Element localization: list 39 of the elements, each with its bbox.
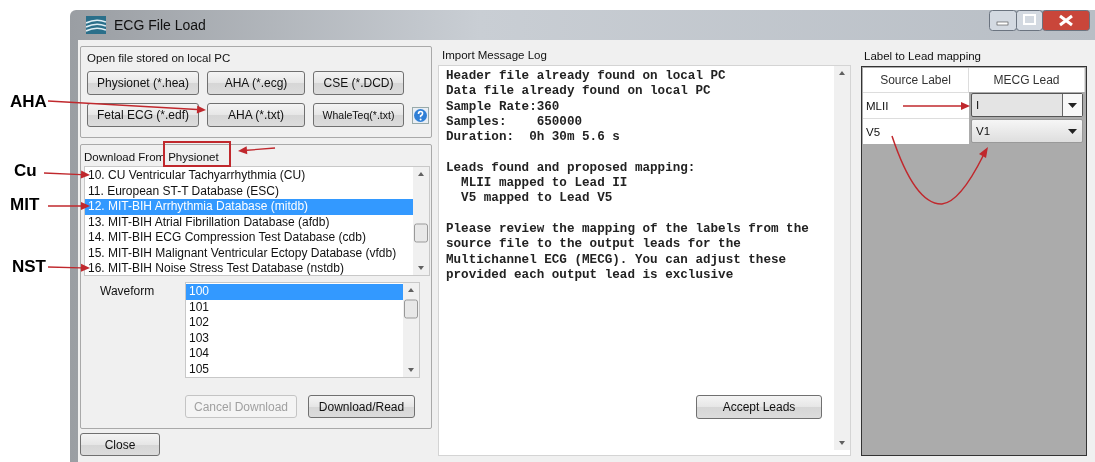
field-label: Waveform <box>100 284 156 300</box>
list-item[interactable]: 104 <box>186 346 403 362</box>
column-header: MECG Lead <box>969 68 1085 92</box>
close-button[interactable]: Close <box>80 433 160 456</box>
lead-dropdown[interactable]: I <box>971 93 1083 117</box>
file-type-button[interactable]: Physionet (*.hea) <box>87 71 199 95</box>
lead-dropdown[interactable]: V1 <box>971 119 1083 143</box>
file-type-button[interactable]: Fetal ECG (*.edf) <box>87 103 199 127</box>
list-item[interactable]: 11. European ST-T Database (ESC) <box>85 183 413 199</box>
download-button[interactable]: Download/Read <box>308 395 415 418</box>
column-header: Source Label <box>863 68 969 92</box>
list-item[interactable]: 10. CU Ventricular Tachyarrhythmia (CU) <box>85 168 413 184</box>
annotation-label: NST <box>12 257 46 277</box>
log-text: Please review the mapping of the labels from the source file to the output leads for the Multichannel ECG (MECG). You can adjust these provided each output lead is exclusive <box>446 221 810 284</box>
list-item[interactable]: 105 <box>186 361 403 377</box>
table-cell: V5 <box>863 118 969 144</box>
list-item[interactable]: 16. MIT-BIH Noise Stress Test Database (nstdb) <box>85 261 413 277</box>
table-cell: MLII <box>863 92 969 118</box>
group-title: Open file stored on local PC <box>87 52 232 64</box>
log-text: Leads found and proposed mapping: MLII mapped to Lead II V5 mapped to Lead V5 <box>446 160 697 207</box>
panel-title: Label to Lead mapping <box>864 50 982 62</box>
list-item[interactable]: 101 <box>186 299 403 315</box>
source-name: Physionet <box>168 151 219 163</box>
log-text: Header file already found on local PC Data file already found on local PC Sample Rate:360 Samples: 650000 Duration: 0h 30m 5.6 s <box>446 69 727 146</box>
file-type-button[interactable]: AHA (*.txt) <box>207 103 305 127</box>
list-item[interactable]: 103 <box>186 330 403 346</box>
list-item[interactable]: 14. MIT-BIH ECG Compression Test Database (cdb) <box>85 230 413 246</box>
list-item[interactable]: 102 <box>186 315 403 331</box>
file-type-button[interactable]: WhaleTeq(*.txt) <box>313 103 404 127</box>
window-title: ECG File Load <box>114 17 206 33</box>
annotation-label: MIT <box>10 195 40 215</box>
panel-title: Import Message Log <box>442 49 548 61</box>
list-item[interactable]: 15. MIT-BIH Malignant Ventricular Ectopy Database (vfdb) <box>85 245 413 261</box>
file-type-button[interactable]: CSE (*.DCD) <box>313 71 404 95</box>
file-type-button[interactable]: AHA (*.ecg) <box>207 71 305 95</box>
annotation-label: AHA <box>10 92 47 112</box>
annotation-label: Cu <box>14 161 37 181</box>
list-item[interactable]: 13. MIT-BIH Atrial Fibrillation Database (afdb) <box>85 214 413 230</box>
accept-button[interactable]: Accept Leads <box>696 395 822 419</box>
